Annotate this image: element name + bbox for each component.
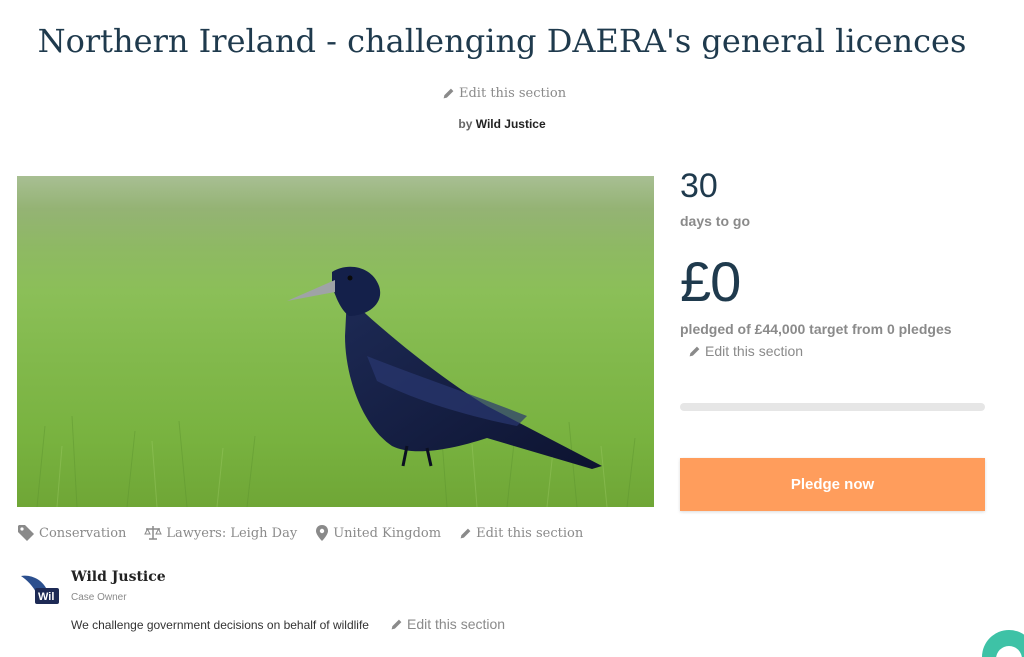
edit-link-label: Edit this section [459,86,567,101]
scales-icon [144,526,163,540]
pencil-icon [443,88,454,99]
tag-category-label: Conservation [39,525,127,541]
edit-stats-section-link[interactable]: Edit this section [688,343,803,359]
days-remaining-label: days to go [680,213,751,229]
edit-link-label: Edit this section [476,525,584,541]
pencil-icon [391,619,402,629]
edit-link-label: Edit this section [705,343,804,359]
edit-title-section-link[interactable]: Edit this section [442,86,566,101]
avatar-text: Wil [38,591,54,603]
page-title: Northern Ireland - challenging DAERA's g… [37,22,967,60]
tag-location[interactable]: United Kingdom [315,524,441,542]
pledge-now-button[interactable]: Pledge now [680,458,985,511]
location-pin-icon [316,525,329,541]
edit-link-label: Edit this section [407,616,506,632]
tag-lawyers-label: Lawyers: Leigh Day [166,525,298,541]
case-tags-row: Conservation Lawyers: Leigh Day United K… [17,524,601,542]
days-remaining-value: 30 [680,167,718,205]
case-owner-name[interactable]: Wild Justice [71,569,166,585]
pledged-amount: £0 [680,250,741,313]
case-hero-image [17,176,654,507]
chat-icon[interactable] [982,630,1024,657]
tag-icon [18,525,34,541]
pledged-summary: pledged of £44,000 target from 0 pledges [680,321,952,337]
case-owner-role: Case Owner [71,592,127,603]
edit-owner-section-link[interactable]: Edit this section [390,616,505,632]
tag-category[interactable]: Conservation [17,524,126,542]
byline: by Wild Justice [0,117,1004,131]
byline-owner-link[interactable]: Wild Justice [476,117,546,131]
byline-by: by [458,117,473,131]
case-owner-description: We challenge government decisions on beh… [71,618,369,632]
edit-tags-section-link[interactable]: Edit this section [459,526,583,541]
rook-bird-image [36,266,636,507]
tag-location-label: United Kingdom [333,525,442,541]
pencil-icon [460,528,471,538]
pencil-icon [689,346,700,356]
funding-progress-bar [680,403,985,411]
case-owner-avatar: Wil [21,575,59,604]
tag-lawyers[interactable]: Lawyers: Leigh Day [144,525,297,541]
